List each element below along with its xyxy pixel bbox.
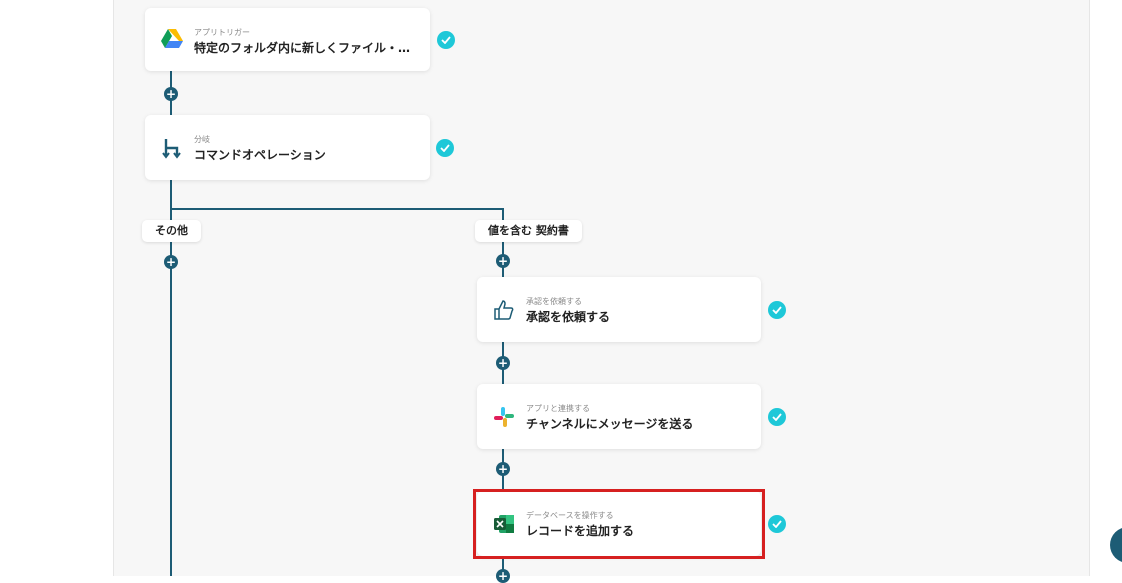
check-icon xyxy=(768,515,786,533)
excel-icon xyxy=(493,513,515,535)
add-step-button[interactable]: + xyxy=(496,254,510,268)
connector-line xyxy=(170,208,503,210)
step-title: 特定のフォルダ内に新しくファイル・… xyxy=(194,41,411,55)
check-icon xyxy=(768,408,786,426)
check-icon xyxy=(437,31,455,49)
add-step-button[interactable]: + xyxy=(496,462,510,476)
step-card-slack[interactable]: アプリと連携する チャンネルにメッセージを送る xyxy=(477,384,761,449)
branch-label-other[interactable]: その他 xyxy=(142,220,201,242)
step-label: 分岐 xyxy=(194,135,210,144)
step-title: チャンネルにメッセージを送る xyxy=(526,417,694,431)
step-label: アプリと連携する xyxy=(526,404,590,413)
step-label: データベースを操作する xyxy=(526,511,614,520)
add-step-button[interactable]: + xyxy=(164,255,178,269)
branch-icon xyxy=(161,137,183,159)
branch-label-contains[interactable]: 値を含む 契約書 xyxy=(475,220,582,242)
google-drive-icon xyxy=(161,28,183,51)
add-step-button[interactable]: + xyxy=(496,569,510,583)
step-card-excel[interactable]: データベースを操作する レコードを追加する xyxy=(477,491,761,556)
check-icon xyxy=(436,139,454,157)
step-title: コマンドオペレーション xyxy=(194,148,326,162)
step-label: アプリトリガー xyxy=(194,28,250,37)
step-title: 承認を依頼する xyxy=(526,310,611,324)
step-card-branch[interactable]: 分岐 コマンドオペレーション xyxy=(145,115,430,180)
step-title: レコードを追加する xyxy=(526,524,635,538)
step-card-approval[interactable]: 承認を依頼する 承認を依頼する xyxy=(477,277,761,342)
step-label: 承認を依頼する xyxy=(526,297,582,306)
help-button[interactable] xyxy=(1110,527,1122,563)
add-step-button[interactable]: + xyxy=(496,356,510,370)
thumbs-up-icon xyxy=(493,299,515,321)
slack-icon xyxy=(493,406,515,428)
check-icon xyxy=(768,301,786,319)
step-card-trigger[interactable]: アプリトリガー 特定のフォルダ内に新しくファイル・… xyxy=(145,8,430,71)
add-step-button[interactable]: + xyxy=(164,87,178,101)
